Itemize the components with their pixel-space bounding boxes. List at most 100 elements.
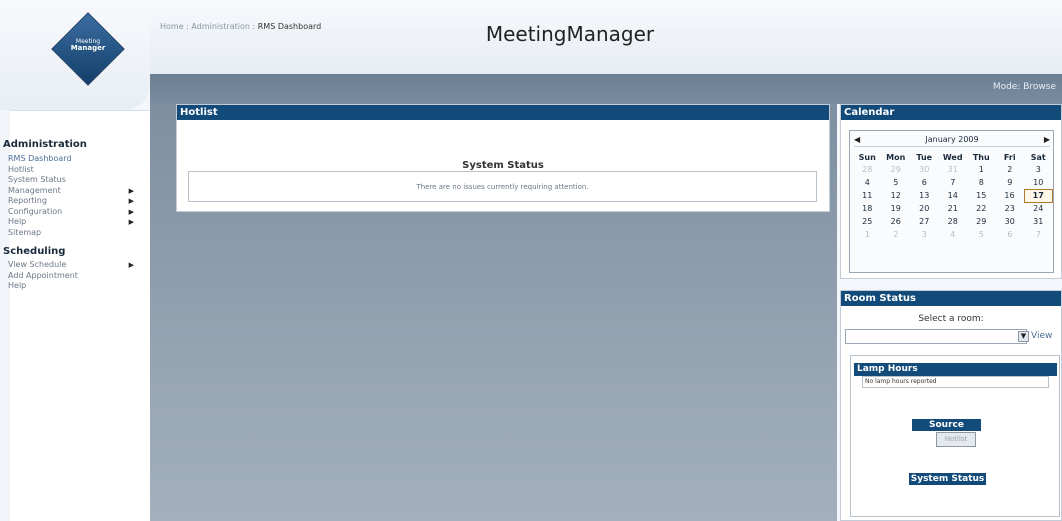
breadcrumb-separator: : xyxy=(249,22,258,31)
calendar-day[interactable]: 13 xyxy=(910,189,939,202)
dropdown-arrow-icon[interactable]: ▼ xyxy=(1018,331,1029,342)
calendar-day[interactable]: 30 xyxy=(996,215,1025,228)
calendar-day[interactable]: 5 xyxy=(882,176,911,189)
sidebar-item-label: RMS Dashboard xyxy=(8,154,72,163)
mode-indicator[interactable]: Mode: Browse xyxy=(993,82,1056,92)
sidebar-item[interactable]: Help xyxy=(3,281,150,292)
calendar-day[interactable]: 23 xyxy=(996,202,1025,215)
calendar-day[interactable]: 29 xyxy=(967,215,996,228)
calendar-day[interactable]: 18 xyxy=(853,202,882,215)
calendar-day[interactable]: 15 xyxy=(967,189,996,202)
calendar-day[interactable]: 10 xyxy=(1024,176,1053,189)
sidebar-item[interactable]: System Status xyxy=(3,175,150,186)
room-select-label: Select a room: xyxy=(918,314,984,324)
source-usage-title: Source Usage xyxy=(912,419,981,442)
calendar-day[interactable]: 4 xyxy=(853,176,882,189)
lamp-hours-title: Lamp Hours xyxy=(854,363,1057,376)
sidebar-item[interactable]: Reporting ▶ xyxy=(3,196,150,207)
weekday-header: Sat xyxy=(1030,152,1046,162)
calendar-day[interactable]: 8 xyxy=(967,176,996,189)
weekday-header: Thu xyxy=(972,152,990,162)
calendar-day[interactable]: 20 xyxy=(910,202,939,215)
calendar-week: 1234567 xyxy=(853,228,1053,241)
calendar-day[interactable]: 31 xyxy=(939,163,968,176)
calendar-day[interactable]: 30 xyxy=(910,163,939,176)
calendar-day[interactable]: 9 xyxy=(996,176,1025,189)
calendar-day[interactable]: 6 xyxy=(996,228,1025,241)
calendar-week: 25 26 27 28 29 30 31 xyxy=(853,215,1053,228)
scheduling-heading: Scheduling xyxy=(3,246,66,257)
sidebar-item-label: Configuration xyxy=(8,206,63,216)
sidebar-item-label: Hotlist xyxy=(8,164,34,174)
admin-menu: RMS Dashboard Hotlist System Status Managem… xyxy=(3,154,150,238)
calendar-days: 28 29 30 31 1 2 3 4 5 6 7 8 9 10 11 12 13 14 15 16 17 18 19 20 2… xyxy=(853,163,1053,241)
sidebar-item-label: Help xyxy=(8,281,27,290)
calendar-day[interactable]: 27 xyxy=(910,215,939,228)
calendar-day[interactable]: 3 xyxy=(910,228,939,241)
calendar-day[interactable]: 5 xyxy=(967,228,996,241)
breadcrumb-home[interactable]: Home xyxy=(160,22,184,31)
calendar-month-label: January 2009 xyxy=(925,135,979,144)
calendar-day[interactable]: 28 xyxy=(939,215,968,228)
calendar-day[interactable]: 21 xyxy=(939,202,968,215)
calendar-day[interactable]: 2 xyxy=(996,163,1025,176)
system-status-message: There are no issues currently requiring … xyxy=(416,183,589,191)
sidebar-item[interactable]: Help ▶ xyxy=(3,217,150,228)
calendar-next-icon[interactable]: ▶ xyxy=(1044,135,1050,144)
calendar-day[interactable]: 24 xyxy=(1024,202,1053,215)
submenu-arrow-icon: ▶ xyxy=(128,186,134,195)
calendar-nav: ◀ January 2009 ▶ xyxy=(854,135,1050,147)
sidebar-item[interactable]: View Schedule ▶ xyxy=(3,260,150,271)
hotlist-button[interactable]: Hotlist xyxy=(936,432,976,447)
calendar-day[interactable]: 25 xyxy=(853,215,882,228)
calendar-day[interactable]: 26 xyxy=(882,215,911,228)
app-title: MeetingManager xyxy=(485,22,655,46)
submenu-arrow-icon: ▶ xyxy=(128,218,134,226)
room-system-status-title: System Status xyxy=(909,473,986,485)
calendar-panel: Calendar ◀ January 2009 ▶ Sun Mon Tue Wed Th… xyxy=(840,104,1062,279)
calendar-day[interactable]: 1 xyxy=(967,163,996,176)
sidebar-item[interactable]: RMS Dashboard xyxy=(3,154,150,165)
calendar-day[interactable]: 2 xyxy=(882,228,911,241)
calendar-day[interactable]: 16 xyxy=(996,189,1025,202)
breadcrumb-current: RMS Dashboard xyxy=(257,22,322,31)
calendar-day[interactable]: 12 xyxy=(882,189,911,202)
room-status-title: Room Status xyxy=(841,291,1061,306)
calendar-day[interactable]: 1 xyxy=(853,228,882,241)
breadcrumb-administration[interactable]: Administration xyxy=(191,22,250,31)
calendar-day[interactable]: 7 xyxy=(1024,228,1053,241)
sidebar-item[interactable]: Configuration ▶ xyxy=(3,207,150,218)
calendar-day[interactable]: 11 xyxy=(853,189,882,202)
view-room-link[interactable]: View xyxy=(1031,331,1052,341)
admin-heading: Administration xyxy=(3,139,87,150)
sidebar-item[interactable]: Management ▶ xyxy=(3,186,150,197)
sidebar-item[interactable]: Add Appointment xyxy=(3,271,150,282)
calendar-day[interactable]: 3 xyxy=(1024,163,1053,176)
calendar-day[interactable]: 4 xyxy=(939,228,968,241)
calendar-day[interactable]: 14 xyxy=(939,189,968,202)
calendar-day[interactable]: 29 xyxy=(882,163,911,176)
logo-text: Meeting Manager xyxy=(55,38,121,52)
calendar-day[interactable]: 17 xyxy=(1023,188,1053,203)
app-window: Home : Administration : RMS Dashboard Me… xyxy=(0,0,1062,521)
submenu-arrow-icon: ▶ xyxy=(128,197,134,205)
room-select[interactable] xyxy=(845,329,1027,344)
calendar-day[interactable]: 7 xyxy=(939,176,968,189)
sidebar-item[interactable]: Sitemap xyxy=(3,228,150,239)
submenu-arrow-icon: ▶ xyxy=(128,207,134,216)
weekday-header: Sun xyxy=(858,152,876,162)
calendar-day[interactable]: 6 xyxy=(910,176,939,189)
calendar-grid: Sun Mon Tue Wed Thu Fri Sat 28 29 30 31 1 2 3 4 5 6 7 8 9 1… xyxy=(853,151,1053,241)
room-status-details: Lamp Hours No lamp hours reported Source… xyxy=(850,355,1060,517)
hotlist-title: Hotlist xyxy=(177,105,829,120)
room-status-panel: Room Status Select a room: ▼ View Lamp H… xyxy=(840,290,1062,521)
calendar-title: Calendar xyxy=(841,105,1061,120)
sidebar-item[interactable]: Hotlist xyxy=(3,165,150,176)
hotlist-panel: Hotlist System Status There are no issue… xyxy=(176,104,830,212)
weekday-header: Mon xyxy=(886,152,906,162)
scheduling-menu: View Schedule ▶ Add Appointment Help xyxy=(3,260,150,292)
calendar-day[interactable]: 28 xyxy=(853,163,882,176)
calendar-day[interactable]: 31 xyxy=(1024,215,1053,228)
calendar-day[interactable]: 19 xyxy=(882,202,911,215)
calendar-day[interactable]: 22 xyxy=(967,202,996,215)
